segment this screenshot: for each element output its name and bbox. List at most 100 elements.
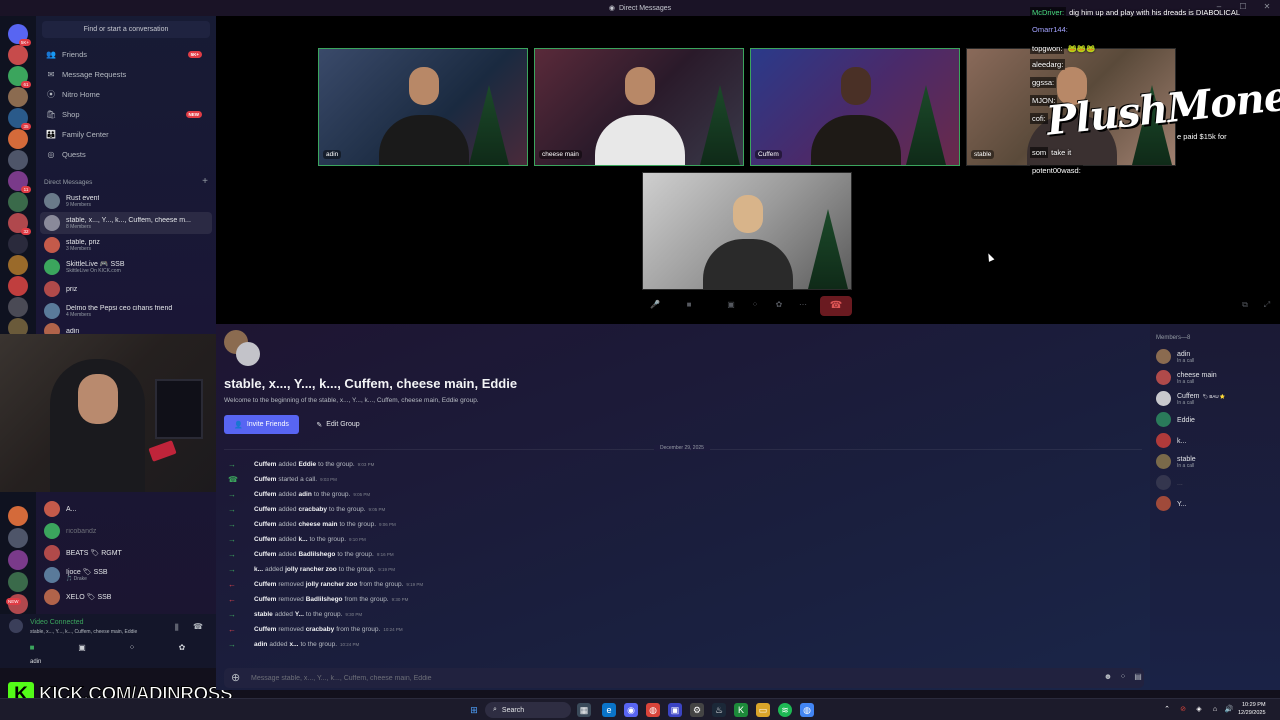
chrome-icon[interactable]: ◍	[646, 703, 660, 717]
screen-share-icon[interactable]: ▣	[724, 300, 738, 312]
nav-item-quests[interactable]: ◎ Quests	[42, 145, 210, 163]
microphone-icon[interactable]: 🎤	[648, 300, 662, 312]
event-target[interactable]: cracbaby	[306, 626, 335, 633]
server-icon[interactable]	[8, 150, 28, 170]
server-icon[interactable]	[8, 297, 28, 317]
member-item[interactable]: Cuffem 🏷 BAU ⭐ In a call	[1156, 388, 1226, 408]
find-conversation-button[interactable]: Find or start a conversation	[42, 21, 210, 38]
event-target[interactable]: Badlilshego	[306, 596, 343, 603]
video-tile[interactable]: Cuffem	[750, 48, 960, 166]
dm-item[interactable]: SkittleLive 🎮 SSB SkittleLive On KICK.com	[40, 256, 212, 278]
event-target[interactable]: Badlilshego	[298, 551, 335, 558]
file-explorer-icon[interactable]: ▭	[756, 703, 770, 717]
nav-item-nitro-home[interactable]: ⦿ Nitro Home	[42, 85, 210, 103]
more-icon[interactable]: ⋯	[796, 300, 810, 312]
member-item[interactable]: Eddie	[1156, 409, 1195, 429]
event-actor[interactable]: adin	[254, 641, 267, 648]
server-icon[interactable]: 5K+	[8, 24, 31, 46]
dm-item[interactable]: ricobandz	[40, 520, 212, 542]
server-icon[interactable]	[8, 45, 28, 65]
dm-item[interactable]: priz	[40, 278, 212, 300]
server-icon[interactable]: 61	[8, 66, 31, 88]
event-actor[interactable]: Cuffem	[254, 581, 276, 588]
leave-call-button[interactable]: ☎	[820, 296, 852, 316]
taskbar-app-icon[interactable]: ▦	[577, 703, 591, 717]
server-icon[interactable]	[8, 192, 28, 212]
event-target[interactable]: adin	[298, 491, 311, 498]
windows-start-icon[interactable]: ⊞	[467, 703, 481, 717]
event-target[interactable]: jolly rancher zoo	[306, 581, 358, 588]
event-actor[interactable]: Cuffem	[254, 536, 276, 543]
server-icon[interactable]: 11	[8, 171, 31, 193]
invite-friends-button[interactable]: 👤 Invite Friends	[224, 415, 299, 434]
voice-channel-name[interactable]: stable, x..., Y..., k..., Cuffem, cheese…	[30, 629, 137, 635]
server-icon[interactable]	[8, 506, 28, 526]
member-item[interactable]: ...	[1156, 472, 1183, 492]
apps-icon[interactable]: ⁘	[1117, 672, 1129, 681]
settings-icon[interactable]: ⚙	[690, 703, 704, 717]
discord-taskbar-icon[interactable]: ◉	[624, 703, 638, 717]
disconnect-icon[interactable]: ☎	[193, 622, 203, 631]
video-tile[interactable]: cheese main	[534, 48, 744, 166]
event-actor[interactable]: Cuffem	[254, 506, 276, 513]
event-target[interactable]: Y...	[295, 611, 304, 618]
nav-item-shop[interactable]: 🛍 Shop NEW	[42, 105, 210, 123]
camera-button[interactable]: ■	[12, 643, 52, 657]
event-actor[interactable]: Cuffem	[254, 596, 276, 603]
server-icon[interactable]	[8, 234, 28, 254]
screen-share-button[interactable]: ▣	[62, 643, 102, 657]
steam-icon[interactable]: ♨	[712, 703, 726, 717]
soundboard-icon[interactable]: ✿	[772, 300, 786, 312]
wifi-icon[interactable]: ◈	[1192, 703, 1206, 717]
event-target[interactable]: Eddie	[298, 461, 316, 468]
server-icon[interactable]: 32	[8, 213, 31, 235]
server-icon[interactable]: 35	[8, 108, 31, 130]
member-item[interactable]: Y...	[1156, 493, 1187, 513]
event-actor[interactable]: k...	[254, 566, 263, 573]
activities-button[interactable]: ⁘	[112, 643, 152, 657]
server-icon[interactable]	[8, 528, 28, 548]
server-icon[interactable]	[8, 276, 28, 296]
event-actor[interactable]: Cuffem	[254, 491, 276, 498]
system-clock[interactable]: 10:29 PM 12/29/2025	[1238, 702, 1266, 717]
network-icon[interactable]: ⌂	[1208, 703, 1222, 717]
emoji-icon[interactable]: ☻	[1102, 672, 1114, 681]
activities-icon[interactable]: ⁘	[748, 300, 762, 312]
nav-item-message-requests[interactable]: ✉ Message Requests	[42, 65, 210, 83]
fullscreen-icon[interactable]: ⤢	[1260, 300, 1274, 312]
dm-item[interactable]: Rust event 9 Members	[40, 190, 212, 212]
server-icon[interactable]	[8, 129, 28, 149]
event-target[interactable]: jolly rancher zoo	[285, 566, 337, 573]
member-item[interactable]: stable In a call	[1156, 451, 1196, 471]
tray-icon[interactable]: ⊘	[1176, 703, 1190, 717]
nav-item-family-center[interactable]: 👪 Family Center	[42, 125, 210, 143]
soundboard-button[interactable]: ✿	[162, 643, 202, 657]
event-target[interactable]: k...	[298, 536, 307, 543]
volume-icon[interactable]: 🔊	[1222, 703, 1236, 717]
event-actor[interactable]: Cuffem	[254, 461, 276, 468]
dm-item[interactable]: Delmo the Pepsi ceo cihans friend 4 Membe…	[40, 300, 212, 322]
member-item[interactable]: cheese main In a call	[1156, 367, 1217, 387]
create-dm-icon[interactable]: +	[202, 176, 208, 187]
edit-group-button[interactable]: ✎ Edit Group	[308, 415, 368, 434]
gift-icon[interactable]: ▤	[1132, 672, 1144, 681]
nav-item-friends[interactable]: 👥 Friends 5K+	[42, 45, 210, 63]
dm-item[interactable]: XELO 🏷 SSB	[40, 586, 212, 608]
event-actor[interactable]: Cuffem	[254, 521, 276, 528]
event-actor[interactable]: stable	[254, 611, 273, 618]
event-actor[interactable]: Cuffem	[254, 551, 276, 558]
kick-taskbar-icon[interactable]: K	[734, 703, 748, 717]
event-target[interactable]: x...	[289, 641, 298, 648]
event-target[interactable]: cheese main	[298, 521, 337, 528]
dm-item[interactable]: A...	[40, 498, 212, 520]
dm-item[interactable]: BEATS 🏷 RGMT	[40, 542, 212, 564]
popout-icon[interactable]: ⧉	[1238, 300, 1252, 312]
member-item[interactable]: adin In a call	[1156, 346, 1194, 366]
camera-icon[interactable]: ■	[682, 300, 696, 312]
server-icon[interactable]	[8, 572, 28, 592]
chrome-alt-icon[interactable]: ◍	[800, 703, 814, 717]
server-icon[interactable]	[8, 255, 28, 275]
noise-suppression-icon[interactable]: ⫼	[175, 623, 179, 633]
dm-item[interactable]: stable, x..., Y..., k..., Cuffem, cheese…	[40, 212, 212, 234]
member-item[interactable]: k...	[1156, 430, 1186, 450]
